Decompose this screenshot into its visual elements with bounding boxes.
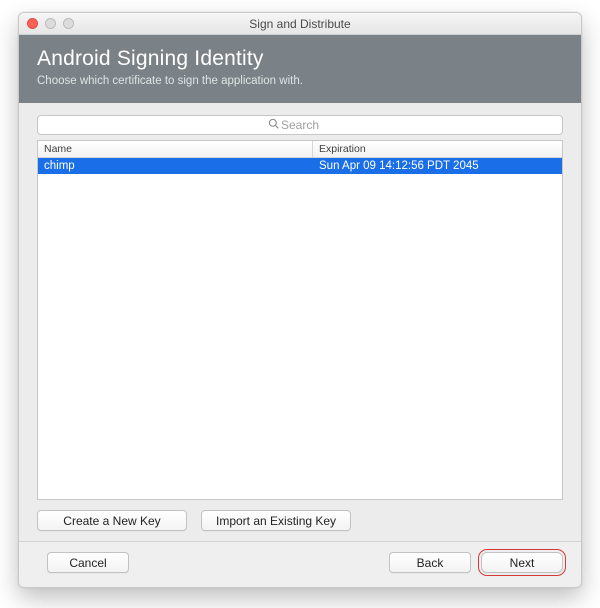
window-title: Sign and Distribute [19, 17, 581, 31]
minimize-icon [45, 18, 56, 29]
cell-expiration: Sun Apr 09 14:12:56 PDT 2045 [313, 160, 562, 172]
import-key-button[interactable]: Import an Existing Key [201, 510, 351, 531]
content-area: Name Expiration chimp Sun Apr 09 14:12:5… [19, 103, 581, 541]
table-header: Name Expiration [38, 141, 562, 158]
next-button[interactable]: Next [481, 552, 563, 573]
back-button[interactable]: Back [389, 552, 471, 573]
zoom-icon [63, 18, 74, 29]
search-input[interactable] [37, 115, 563, 135]
certificate-table: Name Expiration chimp Sun Apr 09 14:12:5… [37, 140, 563, 500]
page-subtitle: Choose which certificate to sign the app… [37, 75, 563, 87]
table-body[interactable]: chimp Sun Apr 09 14:12:56 PDT 2045 [38, 158, 562, 499]
column-header-name[interactable]: Name [38, 141, 313, 157]
search-field-wrap [37, 115, 563, 135]
table-row[interactable]: chimp Sun Apr 09 14:12:56 PDT 2045 [38, 158, 562, 174]
column-header-expiration[interactable]: Expiration [313, 141, 562, 157]
key-actions: Create a New Key Import an Existing Key [37, 510, 563, 531]
dialog-window: Sign and Distribute Android Signing Iden… [18, 12, 582, 588]
cell-name: chimp [38, 160, 313, 172]
cancel-button[interactable]: Cancel [47, 552, 129, 573]
header-panel: Android Signing Identity Choose which ce… [19, 35, 581, 103]
footer: Cancel Back Next [19, 541, 581, 587]
titlebar: Sign and Distribute [19, 13, 581, 35]
close-icon[interactable] [27, 18, 38, 29]
window-controls [19, 18, 74, 29]
page-title: Android Signing Identity [37, 47, 563, 71]
create-key-button[interactable]: Create a New Key [37, 510, 187, 531]
